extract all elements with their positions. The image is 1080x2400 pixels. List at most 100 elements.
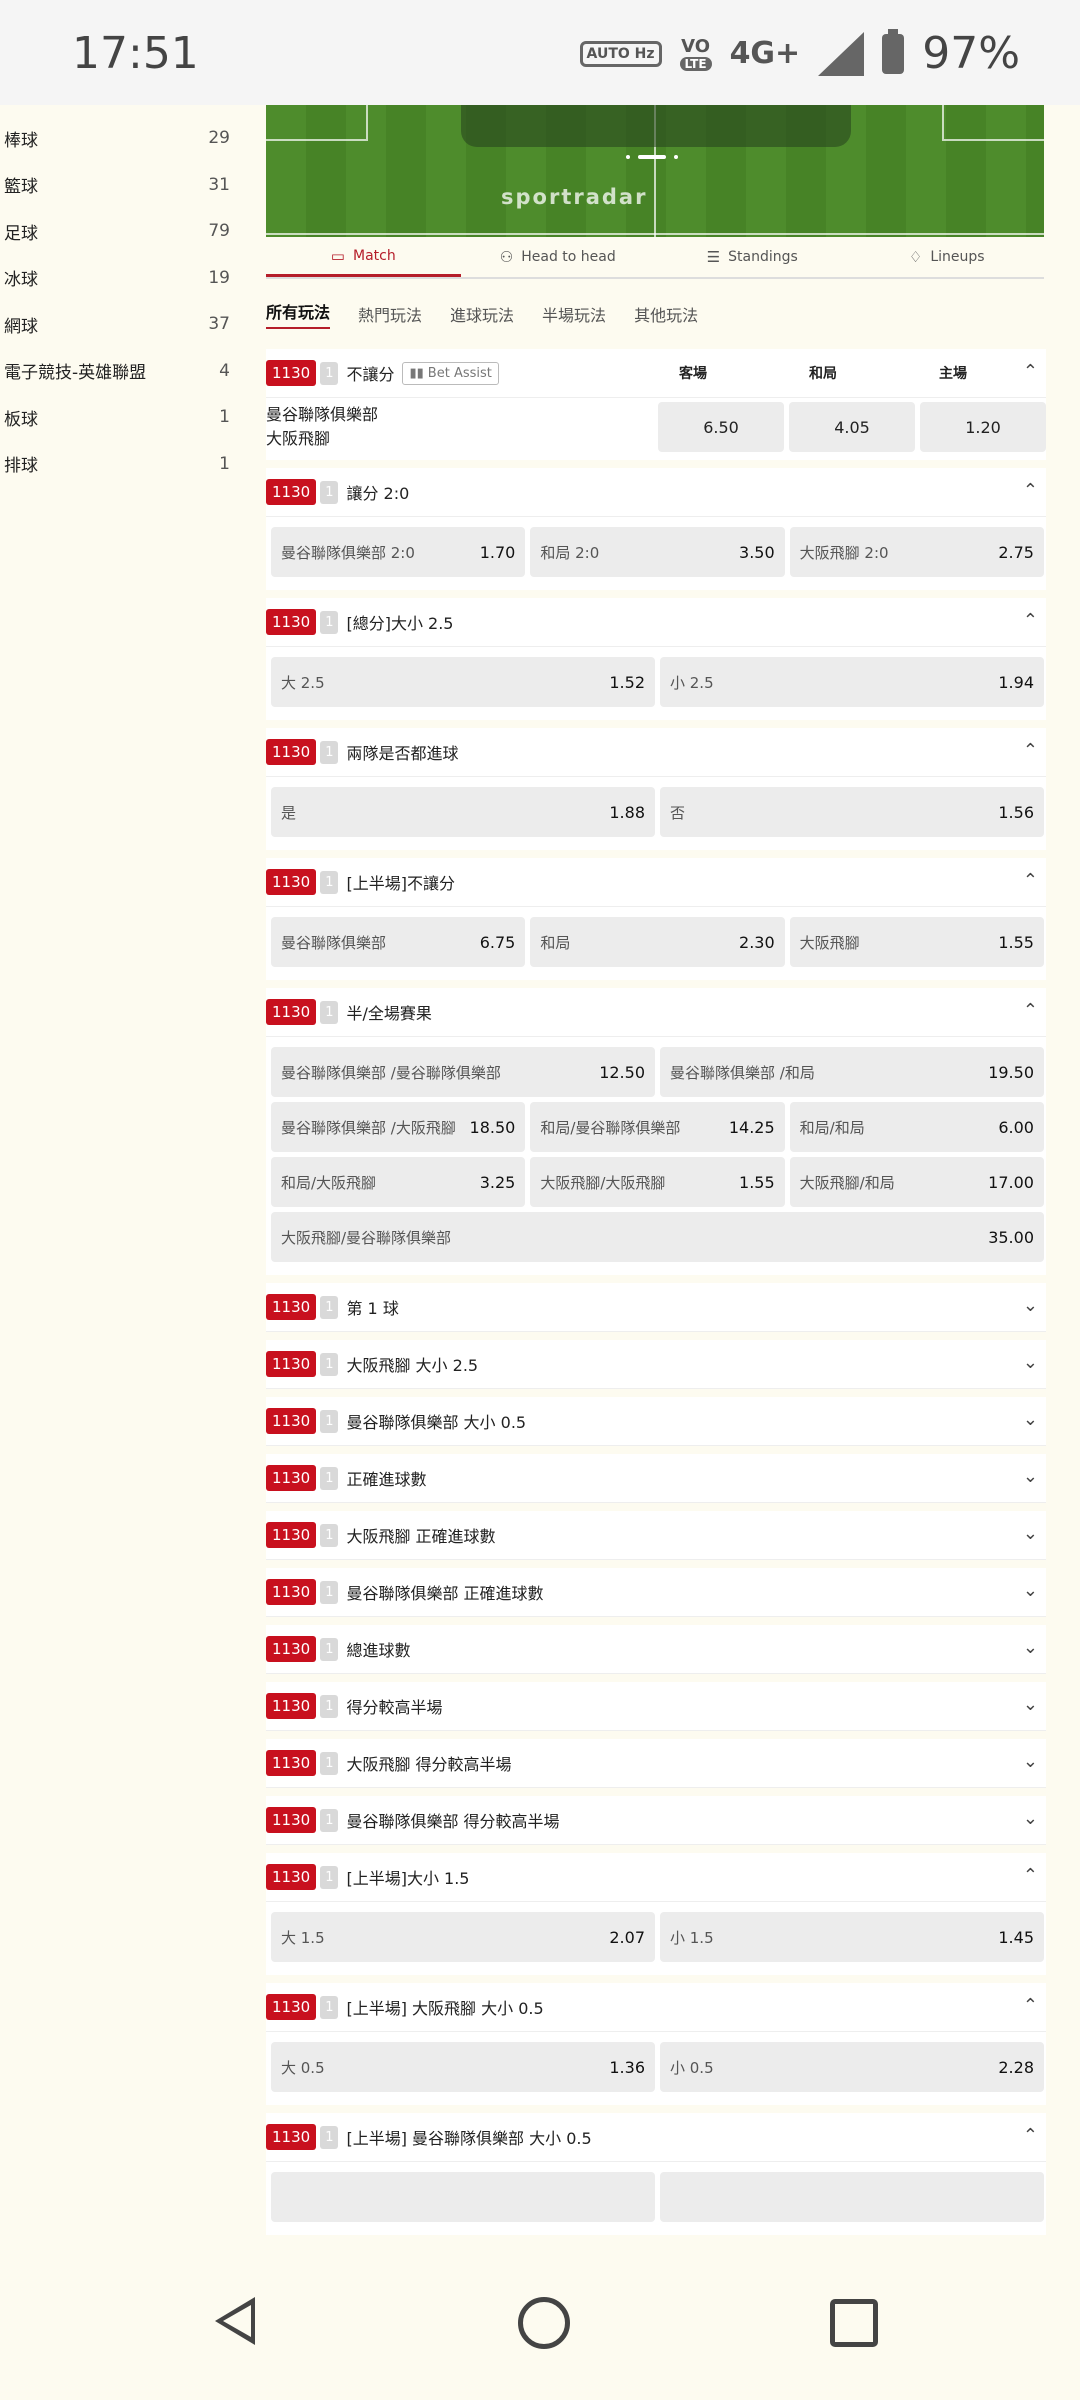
odds-button[interactable] [271,2172,655,2222]
market-header[interactable]: 1130 1 第 1 球 ⌄ [266,1283,1046,1332]
home-icon[interactable] [518,2297,570,2349]
carousel-dots[interactable] [626,155,678,159]
odds-label: 和局/曼谷聯隊俱樂部 [540,1118,681,1137]
market-header[interactable]: 1130 1 兩隊是否都進球 ⌃ [266,728,1046,777]
market-category[interactable]: 進球玩法 [450,302,514,326]
odds-button[interactable]: 和局 2:0 3.50 [530,527,785,577]
odds-button[interactable]: 小 2.5 1.94 [660,657,1044,707]
odds-button[interactable]: 大阪飛腳 2:0 2.75 [789,527,1044,577]
chevron-up-icon[interactable]: ⌃ [1023,1865,1038,1886]
tab-match[interactable]: ▭ Match [266,237,461,277]
sidebar-item[interactable]: 籃球 31 [0,162,240,209]
chevron-down-icon[interactable]: ⌄ [1023,1637,1038,1658]
sidebar-item[interactable]: 板球 1 [0,394,240,441]
market-header[interactable]: 1130 1 [上半場]大小 1.5 ⌃ [266,1853,1046,1902]
chevron-up-icon[interactable]: ⌃ [1023,1995,1038,2016]
chevron-down-icon[interactable]: ⌄ [1023,1466,1038,1487]
odds-button[interactable]: 曼谷聯隊俱樂部 6.75 [271,917,526,967]
odds-button[interactable]: 大 2.5 1.52 [271,657,655,707]
market-header[interactable]: 1130 1 [上半場] 大阪飛腳 大小 0.5 ⌃ [266,1983,1046,2032]
market-header[interactable]: 1130 1 曼谷聯隊俱樂部 大小 0.5 ⌄ [266,1397,1046,1446]
odds-button[interactable]: 和局 2.30 [530,917,785,967]
market-title: 曼谷聯隊俱樂部 得分較高半場 [346,1812,560,1831]
tab-label: Match [352,247,396,264]
recents-icon[interactable] [830,2299,878,2347]
odds-button[interactable]: 曼谷聯隊俱樂部 2:0 1.70 [271,527,526,577]
odd-home[interactable]: 1.20 [920,402,1046,452]
market-header[interactable]: 1130 1 大阪飛腳 得分較高半場 ⌄ [266,1739,1046,1788]
sidebar-item[interactable]: 網球 37 [0,301,240,348]
odd-away[interactable]: 6.50 [658,402,784,452]
market-header[interactable]: 1130 1 讓分 2:0 ⌃ [266,468,1046,517]
market-header[interactable]: 1130 1 總進球數 ⌄ [266,1625,1046,1674]
odds-button[interactable]: 小 1.5 1.45 [660,1912,1044,1962]
odds-button[interactable]: 曼谷聯隊俱樂部 /大阪飛腳 18.50 [271,1102,526,1152]
odd-draw[interactable]: 4.05 [789,402,915,452]
chevron-up-icon[interactable]: ⌃ [1023,740,1038,761]
bet-assist-button[interactable]: ▮▮ Bet Assist [402,361,499,385]
match-tracker[interactable]: sportradar [266,105,1044,237]
odds-button[interactable]: 小 0.5 2.28 [660,2042,1044,2092]
odds-button[interactable]: 曼谷聯隊俱樂部 /曼谷聯隊俱樂部 12.50 [271,1047,655,1097]
tab-head-to-head[interactable]: ⚇ Head to head [461,237,656,277]
market-header[interactable]: 1130 1 [總分]大小 2.5 ⌃ [266,598,1046,647]
sidebar-item[interactable]: 電子競技-英雄聯盟 4 [0,348,240,395]
back-icon[interactable] [215,2297,255,2345]
chevron-down-icon[interactable]: ⌄ [1023,1523,1038,1544]
market-header[interactable]: 1130 1 正確進球數 ⌄ [266,1454,1046,1503]
odds-button[interactable]: 大 0.5 1.36 [271,2042,655,2092]
odds-button[interactable]: 和局/大阪飛腳 3.25 [271,1157,526,1207]
sidebar-item[interactable]: 冰球 19 [0,255,240,302]
tab-standings[interactable]: ☰ Standings [655,237,850,277]
market-category[interactable]: 熱門玩法 [358,302,422,326]
odds-button[interactable]: 曼谷聯隊俱樂部 /和局 19.50 [660,1047,1044,1097]
chevron-down-icon[interactable]: ⌄ [1023,1580,1038,1601]
odds-button[interactable]: 大 1.5 2.07 [271,1912,655,1962]
market-title: [總分]大小 2.5 [346,614,454,633]
market-category[interactable]: 半場玩法 [542,302,606,326]
odds-button[interactable]: 否 1.56 [660,787,1044,837]
market-category[interactable]: 其他玩法 [634,302,698,326]
market-section: 1130 1 大阪飛腳 正確進球數 ⌄ [266,1511,1046,1560]
odds-button[interactable]: 和局/曼谷聯隊俱樂部 14.25 [530,1102,785,1152]
odds-button[interactable] [660,2172,1044,2222]
chevron-up-icon[interactable]: ⌃ [1023,1000,1038,1021]
odds-button[interactable]: 和局/和局 6.00 [789,1102,1044,1152]
market-header[interactable]: 1130 1 大阪飛腳 大小 2.5 ⌄ [266,1340,1046,1389]
chevron-down-icon[interactable]: ⌄ [1023,1694,1038,1715]
odds-button[interactable]: 大阪飛腳/曼谷聯隊俱樂部 35.00 [271,1212,1044,1262]
sidebar-item[interactable]: 排球 1 [0,441,240,488]
sportradar-logo: sportradar [501,185,648,209]
chevron-down-icon[interactable]: ⌄ [1023,1352,1038,1373]
chevron-down-icon[interactable]: ⌄ [1023,1409,1038,1430]
market-header[interactable]: 1130 1 [上半場]不讓分 ⌃ [266,858,1046,907]
match-winner-header[interactable]: 1130 1 不讓分 ▮▮ Bet Assist 客場 和局 主場 ⌃ [266,349,1046,398]
odds-button[interactable]: 大阪飛腳/大阪飛腳 1.55 [530,1157,785,1207]
market-title: 正確進球數 [346,1470,427,1489]
chevron-down-icon[interactable]: ⌄ [1023,1751,1038,1772]
odds-button[interactable]: 大阪飛腳 1.55 [789,917,1044,967]
market-category[interactable]: 所有玩法 [266,299,331,329]
market-header[interactable]: 1130 1 半/全場賽果 ⌃ [266,988,1046,1037]
chevron-up-icon[interactable]: ⌃ [1023,361,1038,382]
market-header[interactable]: 1130 1 曼谷聯隊俱樂部 正確進球數 ⌄ [266,1568,1046,1617]
market-odds [266,2162,1046,2235]
odds-button[interactable]: 是 1.88 [271,787,655,837]
chevron-up-icon[interactable]: ⌃ [1023,870,1038,891]
chevron-up-icon[interactable]: ⌃ [1023,2125,1038,2146]
market-header[interactable]: 1130 1 大阪飛腳 正確進球數 ⌄ [266,1511,1046,1560]
sidebar-item[interactable]: 棒球 29 [0,115,240,162]
odds-button[interactable]: 大阪飛腳/和局 17.00 [789,1157,1044,1207]
odds-label: 大 1.5 [281,1928,325,1947]
chevron-down-icon[interactable]: ⌄ [1023,1295,1038,1316]
chevron-up-icon[interactable]: ⌃ [1023,480,1038,501]
sidebar-item[interactable]: 足球 79 [0,208,240,255]
market-section: 1130 1 讓分 2:0 ⌃ 曼谷聯隊俱樂部 2:0 1.70 和局 2:0 … [266,468,1046,590]
chevron-down-icon[interactable]: ⌄ [1023,1808,1038,1829]
market-header[interactable]: 1130 1 曼谷聯隊俱樂部 得分較高半場 ⌄ [266,1796,1046,1845]
tab-lineups[interactable]: ♢ Lineups [850,237,1045,277]
market-header[interactable]: 1130 1 [上半場] 曼谷聯隊俱樂部 大小 0.5 ⌃ [266,2113,1046,2162]
chevron-up-icon[interactable]: ⌃ [1023,610,1038,631]
market-header[interactable]: 1130 1 得分較高半場 ⌄ [266,1682,1046,1731]
market-title: 半/全場賽果 [346,1004,432,1023]
